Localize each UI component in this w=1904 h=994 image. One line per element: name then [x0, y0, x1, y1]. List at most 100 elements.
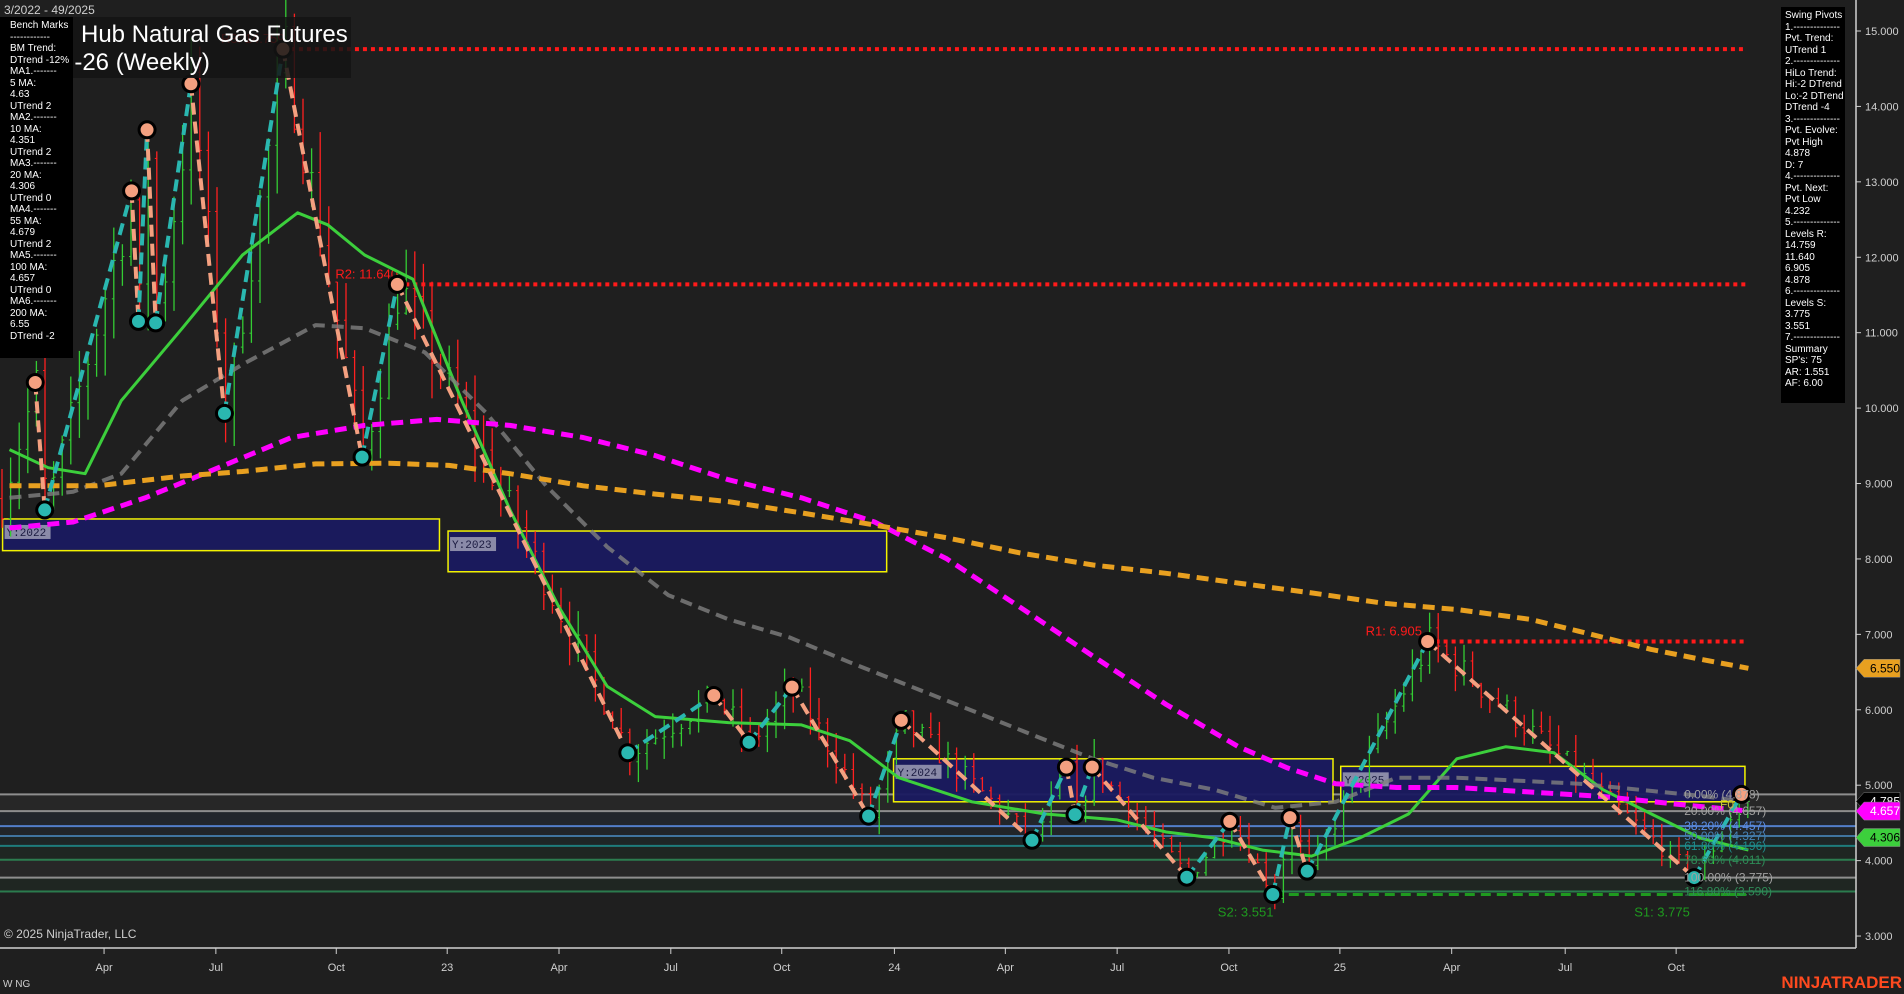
bench-mark-line: 4.306 — [10, 181, 73, 193]
swing-pivot-line: Levels S: — [1785, 298, 1845, 310]
pivot-low-marker — [741, 734, 757, 750]
pivot-low-marker — [148, 315, 164, 331]
fib-band — [0, 811, 1856, 826]
swing-pivot-line: AR: 1.551 — [1785, 367, 1845, 379]
bench-mark-line: 55 MA: — [10, 216, 73, 228]
x-tick-label: Oct — [328, 962, 345, 974]
bench-mark-line: 10 MA: — [10, 124, 73, 136]
ninjatrader-logo: NINJATRADER — [1781, 973, 1902, 993]
level-label: R1: 6.905 — [1366, 624, 1422, 639]
swing-pivot-line: Pvt Low — [1785, 194, 1845, 206]
bench-mark-line: DTrend -12% — [10, 55, 73, 67]
x-tick-label: 24 — [888, 962, 900, 974]
chart-title-line2: l-26 (Weekly) — [73, 49, 210, 77]
fib-level-label: 116.80% (3.590) — [1684, 885, 1772, 899]
pivot-high-marker — [389, 276, 405, 292]
swing-pivot-line: DTrend -4 — [1785, 102, 1845, 114]
x-tick-label: Jul — [664, 962, 678, 974]
pivot-high-marker — [139, 122, 155, 138]
pivot-high-marker — [27, 374, 43, 390]
swing-pivot-line: UTrend 1 — [1785, 45, 1845, 57]
x-tick-label: Oct — [1220, 962, 1237, 974]
swing-pivot-line: Pvt High — [1785, 137, 1845, 149]
swing-pivot-line: 3.775 — [1785, 309, 1845, 321]
swing-pivot-line: 11.640 — [1785, 252, 1845, 264]
y-tick-label: 7.000 — [1865, 629, 1893, 641]
y-tick-label: 6.000 — [1865, 705, 1893, 717]
swing-pivot-line: 4.878 — [1785, 148, 1845, 160]
bench-mark-line: 4.63 — [10, 89, 73, 101]
swing-pivots-panel: Swing Pivots1.--------------Pvt. Trend:U… — [1781, 7, 1845, 403]
level-label: R2: 11.640 — [335, 266, 398, 281]
pivot-low-marker — [1024, 832, 1040, 848]
x-tick-label: Apr — [550, 962, 567, 974]
bench-mark-line: 4.351 — [10, 135, 73, 147]
pivot-high-marker — [1084, 759, 1100, 775]
bench-mark-line: 4.657 — [10, 273, 73, 285]
copyright-text: © 2025 NinjaTrader, LLC — [4, 927, 136, 941]
date-range-label: 3/2022 - 49/2025 — [4, 3, 95, 17]
bench-mark-line: Bench Marks — [10, 20, 73, 32]
year-range-box — [448, 531, 887, 572]
x-tick-label: Apr — [95, 962, 112, 974]
level-label: S1: 3.775 — [1634, 904, 1690, 919]
pivot-high-marker — [1222, 813, 1238, 829]
swing-pivot-line: Lo:-2 DTrend — [1785, 91, 1845, 103]
price-axis-marker-label: 4.657 — [1870, 804, 1900, 818]
pivot-high-marker — [1420, 634, 1436, 650]
fib-anchor-label: F0 — [1720, 797, 1734, 811]
bench-mark-line: MA6.------- — [10, 296, 73, 308]
y-tick-label: 5.000 — [1865, 780, 1893, 792]
pivot-high-marker — [706, 687, 722, 703]
pivot-low-marker — [1179, 869, 1195, 885]
year-box-label: Y:2023 — [452, 540, 492, 552]
pivot-low-marker — [216, 405, 232, 421]
swing-pivot-line: HiLo Trend: — [1785, 68, 1845, 80]
fib-band — [0, 826, 1856, 836]
fib-band — [0, 860, 1856, 878]
swing-pivot-line: Hi:-2 DTrend — [1785, 79, 1845, 91]
bench-marks-panel: Bench Marks------------BM Trend:DTrend -… — [0, 17, 73, 358]
fib-level-label: 78.60% (4.011) — [1684, 853, 1765, 867]
pivot-high-marker — [183, 76, 199, 92]
price-chart[interactable]: Y:2022Y:2023Y:2024Y:2025R3: 14.759R2: 11… — [0, 0, 1904, 994]
pivot-low-marker — [37, 502, 53, 518]
swing-pivot-line: D: 7 — [1785, 160, 1845, 172]
y-tick-label: 15.000 — [1865, 26, 1899, 38]
x-tick-label: Jul — [1558, 962, 1572, 974]
swing-pivot-line: Pvt. Trend: — [1785, 33, 1845, 45]
swing-pivot-line: SP's: 75 — [1785, 355, 1845, 367]
pivot-low-marker — [861, 808, 877, 824]
bench-mark-line: MA3.------- — [10, 158, 73, 170]
pivot-high-marker — [784, 679, 800, 695]
swing-pivot-line: Pvt. Next: — [1785, 183, 1845, 195]
swing-pivot-line: Pvt. Evolve: — [1785, 125, 1845, 137]
chart-title-line1: Hub Natural Gas Futures — [81, 21, 348, 49]
bench-mark-line: MA5.------- — [10, 250, 73, 262]
pivot-low-marker — [1299, 863, 1315, 879]
chart-title-box: Hub Natural Gas Futures l-26 (Weekly) — [73, 17, 351, 78]
bench-mark-line: BM Trend: — [10, 43, 73, 55]
x-tick-label: 23 — [441, 962, 453, 974]
bench-mark-line: UTrend 2 — [10, 147, 73, 159]
fib-band — [0, 846, 1856, 860]
y-tick-label: 11.000 — [1865, 328, 1898, 340]
x-tick-label: Apr — [997, 962, 1014, 974]
pivot-low-marker — [354, 449, 370, 465]
y-tick-label: 13.000 — [1865, 177, 1899, 189]
y-tick-label: 12.000 — [1865, 252, 1899, 264]
fib-level-label: 100.00% (3.775) — [1684, 871, 1773, 885]
bench-mark-line: MA4.------- — [10, 204, 73, 216]
pivot-high-marker — [1282, 810, 1298, 826]
swing-pivot-line: 4.878 — [1785, 275, 1845, 287]
x-tick-label: Oct — [1668, 962, 1685, 974]
price-axis-marker-label: 6.550 — [1870, 661, 1900, 675]
x-tick-label: Jul — [1110, 962, 1124, 974]
swing-pivot-line: 6.905 — [1785, 263, 1845, 275]
instrument-symbol: W NG — [3, 979, 30, 990]
swing-pivot-line: 3.551 — [1785, 321, 1845, 333]
bench-mark-line: 4.679 — [10, 227, 73, 239]
y-tick-label: 9.000 — [1865, 479, 1893, 491]
pivot-low-marker — [1265, 886, 1281, 902]
bench-mark-line: DTrend -2 — [10, 331, 73, 343]
